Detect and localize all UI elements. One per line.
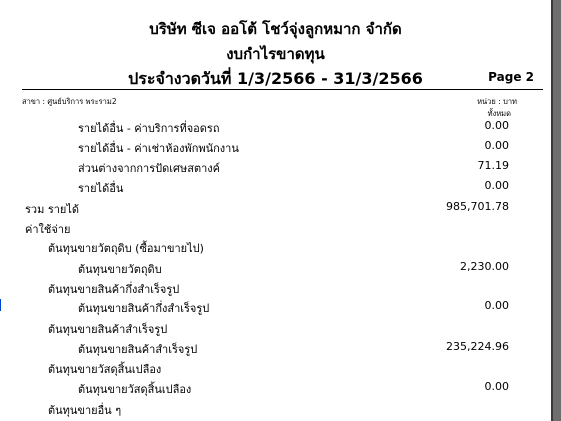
unit-label: หน่วย : บาท <box>477 97 517 106</box>
report-title: งบกำไรขาดทุน <box>226 45 325 63</box>
row-label: ต้นทุนขายวัสดุสิ้นเปลือง <box>48 363 162 376</box>
report-row-group: ต้นทุนขายวัสดุสิ้นเปลือง <box>0 360 551 380</box>
report-row: ต้นทุนขายวัสดุสิ้นเปลือง 0.00 <box>0 380 551 400</box>
branch-label: สาขา : ศูนย์บริการ พระราม2 <box>22 97 117 106</box>
report-page: บริษัท ซีเจ ออโต้ โชว์จุ่งลูกหมาก จำกัด … <box>0 0 551 421</box>
report-row: รายได้อื่น 0.00 <box>0 179 551 199</box>
report-row-expenses-header: ค่าใช้จ่าย <box>0 220 551 240</box>
page-shadow <box>551 0 553 421</box>
row-value: 0.00 <box>484 119 510 132</box>
page-number: Page 2 <box>488 70 534 84</box>
report-row-group: ต้นทุนขายวัตถุดิบ (ซื้อมาขายไป) <box>0 239 551 259</box>
row-value: 2,230.00 <box>460 260 509 273</box>
row-label: ต้นทุนขายวัสดุสิ้นเปลือง <box>78 383 192 396</box>
row-label: ต้นทุนขายสินค้ากึ่งสำเร็จรูป <box>48 283 180 296</box>
row-label: ต้นทุนขายสินค้าสำเร็จรูป <box>78 343 198 356</box>
report-row: ต้นทุนขายสินค้ากึ่งสำเร็จรูป 0.00 <box>0 299 551 319</box>
row-value: 0.00 <box>484 299 510 312</box>
row-value: 0.00 <box>484 380 510 393</box>
row-label: รายได้อื่น <box>78 182 124 195</box>
viewer-scrollbar-edge[interactable] <box>551 0 561 421</box>
report-row: ส่วนต่างจากการปัดเศษสตางค์ 71.19 <box>0 159 551 179</box>
report-row-total-income: รวม รายได้ 985,701.78 <box>0 200 551 220</box>
report-row: รายได้อื่น - ค่าบริการที่จอดรถ 0.00 <box>0 119 551 139</box>
row-value: 0.00 <box>484 179 510 192</box>
row-label: ต้นทุนขายวัตถุดิบ (ซื้อมาขายไป) <box>48 242 204 255</box>
row-label: ต้นทุนขายสินค้ากึ่งสำเร็จรูป <box>78 302 210 315</box>
row-value: 235,224.96 <box>446 340 509 353</box>
row-label: ส่วนต่างจากการปัดเศษสตางค์ <box>78 162 221 175</box>
text-cursor <box>0 299 1 311</box>
row-label: ต้นทุนขายสินค้าสำเร็จรูป <box>48 323 168 336</box>
report-row-group: ต้นทุนขายอื่น ๆ <box>0 401 551 421</box>
company-name: บริษัท ซีเจ ออโต้ โชว์จุ่งลูกหมาก จำกัด <box>149 20 402 38</box>
report-row: รายได้อื่น - ค่าเช่าห้องพักพนักงาน 0.00 <box>0 139 551 159</box>
row-label: ค่าใช้จ่าย <box>25 223 71 236</box>
report-row-group: ต้นทุนขายสินค้ากึ่งสำเร็จรูป <box>0 280 551 300</box>
header-divider <box>22 89 543 90</box>
report-row-group: ต้นทุนขายสินค้าสำเร็จรูป <box>0 320 551 340</box>
row-value: 985,701.78 <box>446 200 509 213</box>
report-row: ต้นทุนขายวัตถุดิบ 2,230.00 <box>0 260 551 280</box>
row-value: 0.00 <box>484 139 510 152</box>
row-value: 71.19 <box>477 159 510 172</box>
row-label: รายได้อื่น - ค่าบริการที่จอดรถ <box>78 122 220 135</box>
report-row: ต้นทุนขายสินค้าสำเร็จรูป 235,224.96 <box>0 340 551 360</box>
row-label: รวม รายได้ <box>25 203 80 216</box>
row-label: รายได้อื่น - ค่าเช่าห้องพักพนักงาน <box>78 142 239 155</box>
row-label: ต้นทุนขายวัตถุดิบ <box>78 263 162 276</box>
row-label: ต้นทุนขายอื่น ๆ <box>48 404 122 417</box>
